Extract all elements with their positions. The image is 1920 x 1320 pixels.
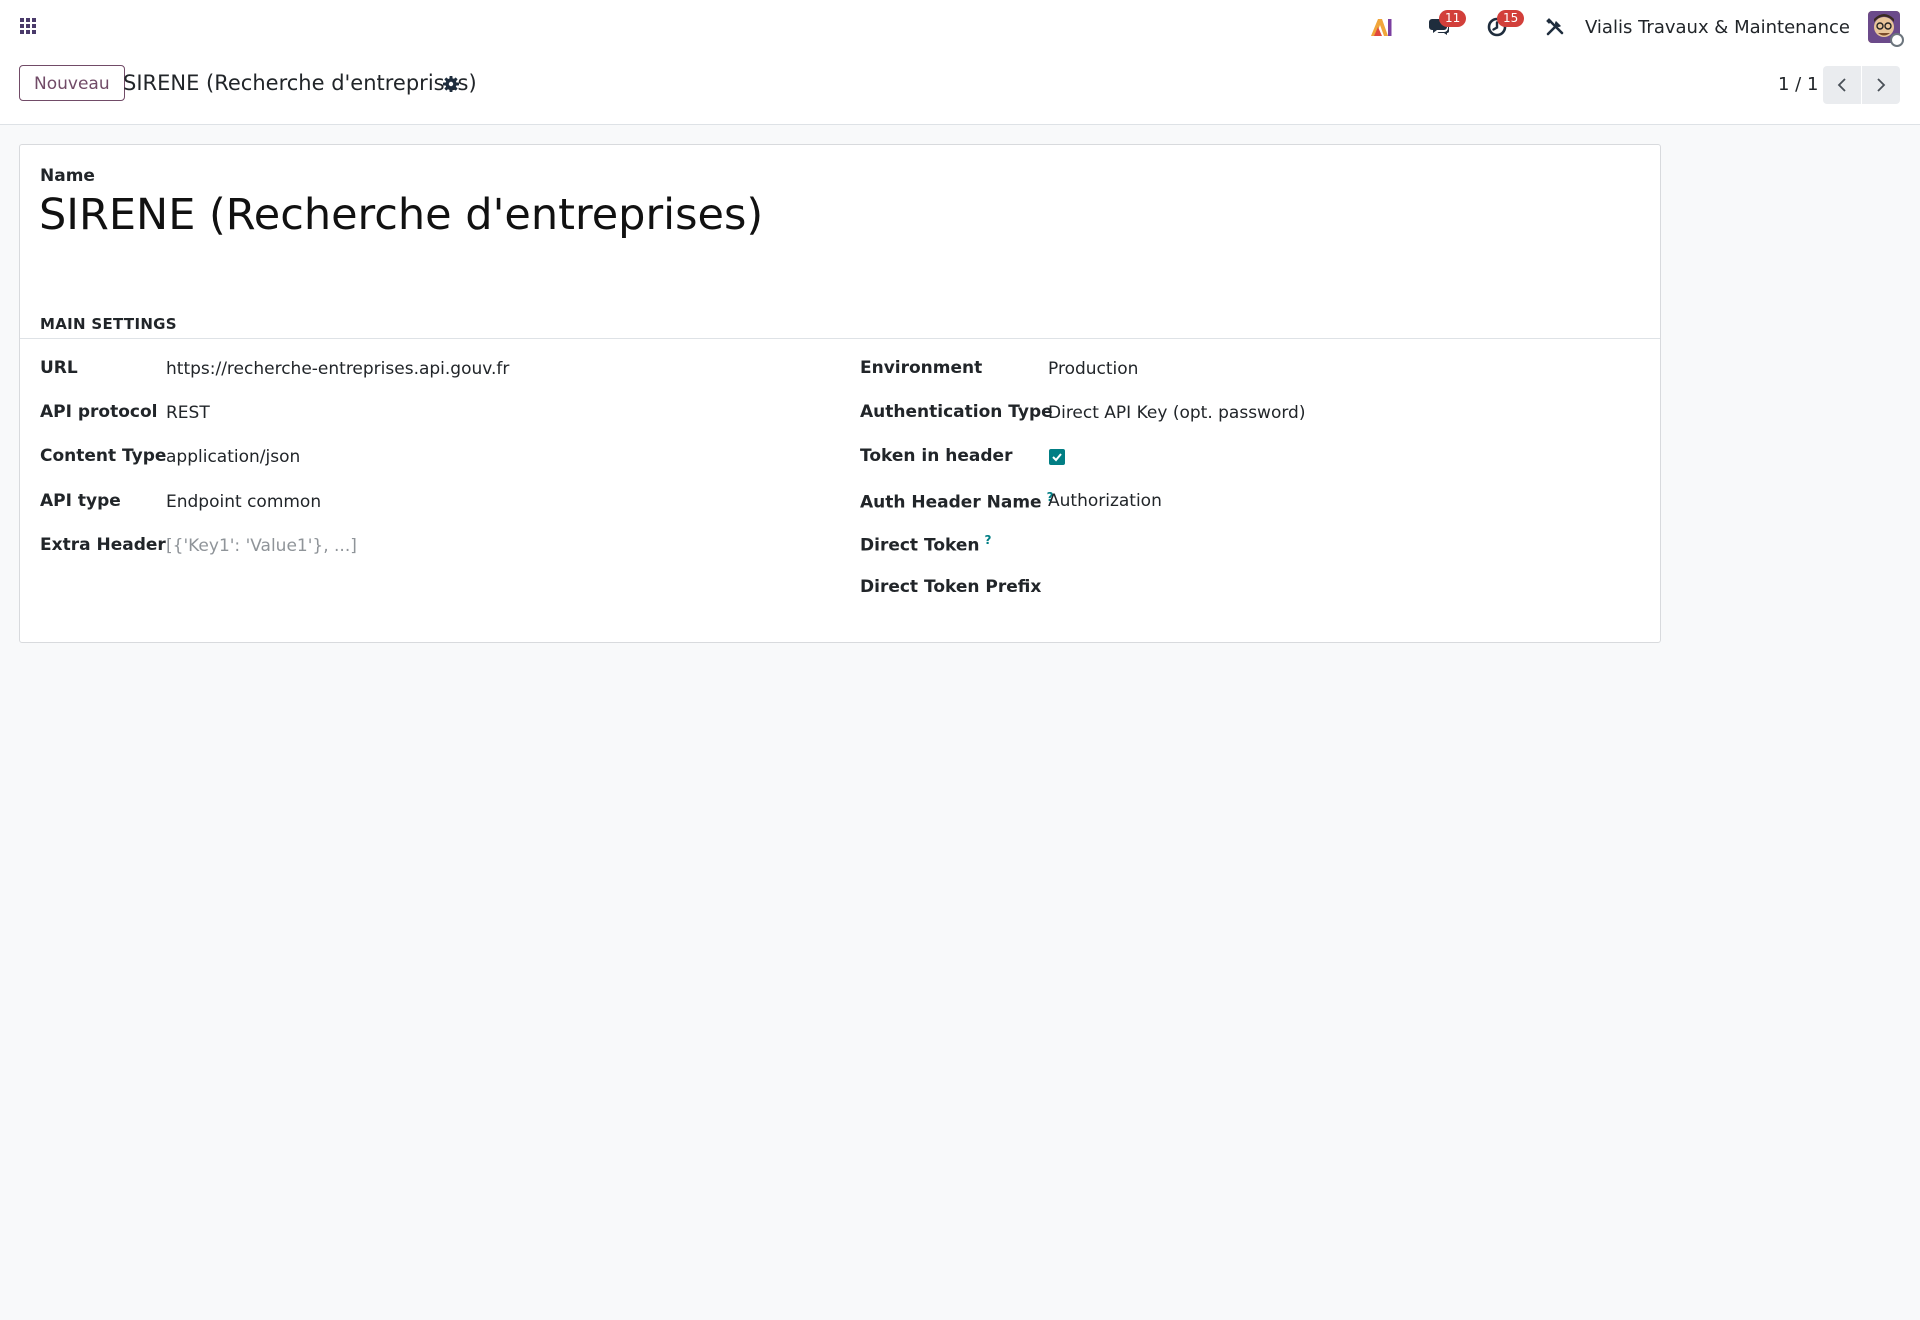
pager-next-button[interactable] xyxy=(1862,66,1900,104)
gear-icon[interactable] xyxy=(442,75,460,93)
token-in-header-checkbox[interactable] xyxy=(1049,449,1065,465)
top-navbar: 11 15 Vialis Travaux & Maintenance xyxy=(0,0,1920,54)
url-label: URL xyxy=(40,358,78,378)
navbar-systray: 11 15 Vialis Travaux & Maintenance xyxy=(1337,0,1904,54)
auth-header-name-label-text: Auth Header Name xyxy=(860,492,1042,513)
tools-icon xyxy=(1546,18,1564,36)
content-type-field[interactable]: application/json xyxy=(166,447,300,467)
help-tooltip-icon[interactable]: ? xyxy=(984,533,991,547)
name-field[interactable]: SIRENE (Recherche d'entreprises) xyxy=(39,190,763,240)
activities-button[interactable]: 15 xyxy=(1483,10,1525,41)
chevron-right-icon xyxy=(1877,78,1886,92)
ai-button[interactable] xyxy=(1367,13,1395,41)
control-panel: Nouveau SIRENE (Recherche d'entreprises)… xyxy=(0,54,1920,125)
breadcrumb-current: SIRENE (Recherche d'entreprises) xyxy=(123,71,477,95)
api-protocol-label: API protocol xyxy=(40,402,158,422)
messages-button[interactable]: 11 xyxy=(1425,10,1467,41)
auth-header-name-field[interactable]: Authorization xyxy=(1048,491,1162,511)
content-type-label: Content Type xyxy=(40,446,167,466)
activities-badge: 15 xyxy=(1497,10,1525,27)
ai-icon xyxy=(1371,19,1392,36)
authentication-type-label: Authentication Type xyxy=(860,402,1053,422)
presence-status-icon xyxy=(1890,33,1904,47)
pager-value[interactable]: 1 / 1 xyxy=(1778,74,1818,95)
checkmark-icon xyxy=(1052,453,1062,462)
url-field[interactable]: https://recherche-entreprises.api.gouv.f… xyxy=(166,359,509,379)
debug-tools-button[interactable] xyxy=(1541,13,1569,41)
direct-token-label-text: Direct Token xyxy=(860,535,980,556)
messages-badge: 11 xyxy=(1439,10,1467,27)
extra-header-label: Extra Header xyxy=(40,535,166,555)
api-type-label: API type xyxy=(40,491,121,511)
direct-token-prefix-label: Direct Token Prefix xyxy=(860,577,1042,597)
user-avatar[interactable] xyxy=(1868,11,1904,47)
form-sheet: Name SIRENE (Recherche d'entreprises) MA… xyxy=(19,144,1661,643)
direct-token-label: Direct Token? xyxy=(860,533,991,556)
environment-field[interactable]: Production xyxy=(1048,359,1138,379)
section-title-main-settings: MAIN SETTINGS xyxy=(40,315,177,333)
auth-header-name-label: Auth Header Name? xyxy=(860,490,1054,513)
chevron-left-icon xyxy=(1837,78,1846,92)
token-in-header-label: Token in header xyxy=(860,446,1013,466)
environment-label: Environment xyxy=(860,358,983,378)
new-record-button[interactable]: Nouveau xyxy=(19,65,125,101)
extra-header-field[interactable]: [{'Key1': 'Value1'}, ...] xyxy=(166,536,357,556)
name-label: Name xyxy=(40,166,95,186)
company-switcher[interactable]: Vialis Travaux & Maintenance xyxy=(1585,17,1850,38)
apps-grid-icon[interactable] xyxy=(18,16,38,36)
authentication-type-field[interactable]: Direct API Key (opt. password) xyxy=(1048,403,1305,423)
api-type-field[interactable]: Endpoint common xyxy=(166,492,321,512)
api-protocol-field[interactable]: REST xyxy=(166,403,210,423)
section-divider xyxy=(20,338,1660,339)
pager-previous-button[interactable] xyxy=(1823,66,1861,104)
